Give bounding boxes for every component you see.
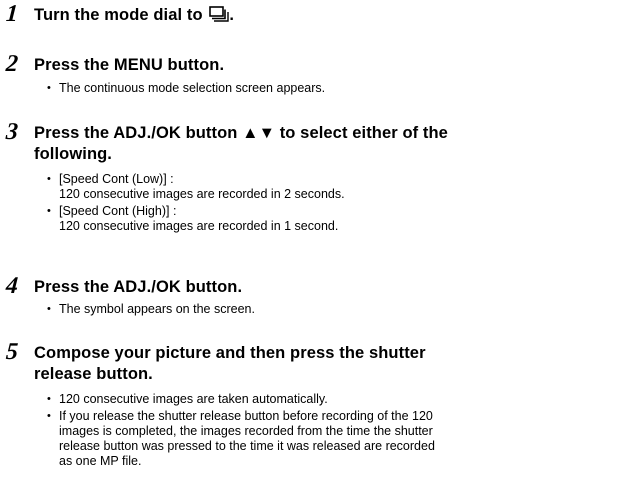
bullet-list: 120 consecutive images are taken automat… bbox=[47, 392, 617, 471]
step-title: Compose your picture and then press the … bbox=[34, 343, 614, 385]
step-title-text: Turn the mode dial to bbox=[34, 6, 203, 24]
step-number: 3 bbox=[5, 119, 19, 145]
step-title-line: release button. bbox=[34, 365, 153, 383]
step-number: 2 bbox=[5, 51, 19, 77]
bullet-item: If you release the shutter release butto… bbox=[47, 409, 617, 469]
bullet-line: If you release the shutter release butto… bbox=[59, 409, 433, 423]
bullet-item: [Speed Cont (Low)] : 120 consecutive ima… bbox=[47, 172, 617, 202]
bullet-line: images is completed, the images recorded… bbox=[59, 424, 433, 438]
bullet-line: 120 consecutive images are recorded in 1… bbox=[59, 219, 339, 233]
step-number: 5 bbox=[5, 339, 19, 365]
bullet-list: The symbol appears on the screen. bbox=[47, 302, 617, 319]
step-title-line: following. bbox=[34, 145, 112, 163]
step-title: Press the MENU button. bbox=[34, 56, 225, 74]
bullet-line: 120 consecutive images are recorded in 2… bbox=[59, 187, 345, 201]
bullet-line: as one MP file. bbox=[59, 454, 142, 468]
step-title-line: Press the ADJ./OK button ▲▼ to select ei… bbox=[34, 124, 448, 142]
bullet-line: [Speed Cont (High)] : bbox=[59, 204, 177, 218]
bullet-item: The symbol appears on the screen. bbox=[47, 302, 617, 317]
continuous-mode-icon bbox=[209, 6, 230, 28]
step-title: Press the ADJ./OK button. bbox=[34, 278, 243, 296]
bullet-list: The continuous mode selection screen app… bbox=[47, 81, 617, 98]
instruction-page: 1 Turn the mode dial to . 2 Press the ME… bbox=[0, 0, 623, 502]
bullet-list: [Speed Cont (Low)] : 120 consecutive ima… bbox=[47, 172, 617, 236]
step-number: 1 bbox=[5, 1, 19, 27]
bullet-item: 120 consecutive images are taken automat… bbox=[47, 392, 617, 407]
step-title: Press the ADJ./OK button ▲▼ to select ei… bbox=[34, 123, 614, 165]
bullet-line: [Speed Cont (Low)] : bbox=[59, 172, 174, 186]
step-title-line: Compose your picture and then press the … bbox=[34, 344, 426, 362]
bullet-item: The continuous mode selection screen app… bbox=[47, 81, 617, 96]
step-title-suffix: . bbox=[229, 6, 234, 24]
step-title: Turn the mode dial to . bbox=[34, 5, 614, 28]
step-number: 4 bbox=[5, 273, 19, 299]
bullet-line: release button was pressed to the time i… bbox=[59, 439, 435, 453]
bullet-item: [Speed Cont (High)] : 120 consecutive im… bbox=[47, 204, 617, 234]
